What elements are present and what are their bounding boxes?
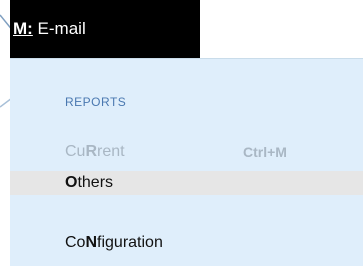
menu-tab-label: E-mail bbox=[32, 19, 86, 38]
email-menu-tab[interactable]: M: E-mail bbox=[10, 0, 200, 58]
menu-item-current-suffix: rent bbox=[97, 143, 125, 160]
menu-item-current-prefix: Cu bbox=[65, 143, 86, 160]
menu-item-configuration[interactable]: CoNfiguration bbox=[10, 231, 363, 255]
menu-item-current: CuRrent Ctrl+M bbox=[10, 141, 363, 163]
email-dropdown-menu: REPORTS CuRrent Ctrl+M Others CoNfigurat… bbox=[10, 58, 363, 266]
menu-item-configuration-prefix: Co bbox=[65, 234, 86, 251]
reports-section-header: REPORTS bbox=[65, 95, 127, 109]
menu-item-configuration-suffix: figuration bbox=[97, 234, 163, 251]
menu-item-others-suffix: thers bbox=[77, 174, 114, 191]
menu-accelerator-key: M: bbox=[13, 19, 33, 38]
menu-item-current-accel: R bbox=[85, 143, 98, 160]
menu-item-others[interactable]: Others bbox=[10, 171, 363, 195]
menu-item-current-shortcut: Ctrl+M bbox=[243, 144, 287, 160]
menu-item-configuration-accel: N bbox=[85, 234, 98, 251]
menu-item-others-accel: O bbox=[65, 174, 78, 191]
